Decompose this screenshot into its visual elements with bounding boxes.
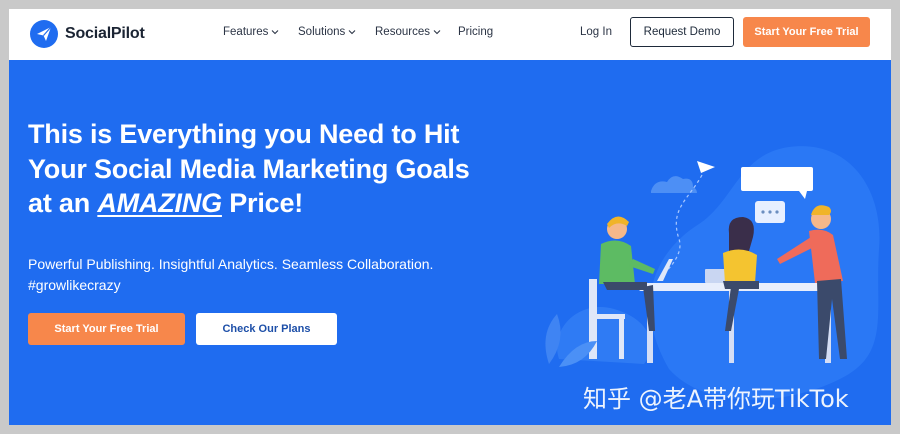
brand-name: SocialPilot <box>65 25 145 42</box>
nav-pricing[interactable]: Pricing <box>458 26 493 38</box>
nav-resources[interactable]: Resources <box>375 26 441 38</box>
chevron-down-icon <box>348 30 356 35</box>
hero-subtitle: Powerful Publishing. Insightful Analytic… <box>28 254 488 295</box>
hero-title-line3-post: Price! <box>229 188 304 218</box>
top-navbar: SocialPilot Features Solutions Resources… <box>9 9 891 60</box>
login-label: Log In <box>580 26 612 38</box>
start-trial-button-nav[interactable]: Start Your Free Trial <box>743 17 870 47</box>
nav-pricing-label: Pricing <box>458 26 494 38</box>
logo-paper-plane-icon <box>30 20 58 48</box>
page-frame: SocialPilot Features Solutions Resources… <box>9 9 891 425</box>
nav-features[interactable]: Features <box>223 26 279 38</box>
hero-title: This is Everything you Need to Hit Your … <box>28 117 548 221</box>
login-link[interactable]: Log In <box>580 26 612 38</box>
chevron-down-icon <box>433 30 441 35</box>
nav-features-label: Features <box>223 26 269 38</box>
hero-title-line2: Your Social Media Marketing Goals <box>28 153 470 184</box>
request-demo-button[interactable]: Request Demo <box>630 17 734 47</box>
nav-solutions[interactable]: Solutions <box>298 26 356 38</box>
hero-subtitle-line1: Powerful Publishing. Insightful Analytic… <box>28 256 434 272</box>
watermark-text: 知乎 @老A带你玩TikTok <box>583 385 849 413</box>
hero-title-line3-pre: at an <box>28 188 91 218</box>
check-plans-button[interactable]: Check Our Plans <box>196 313 337 345</box>
nav-resources-label: Resources <box>375 26 430 38</box>
team-collaboration-illustration <box>545 146 880 400</box>
hero-title-line1: This is Everything you Need to Hit <box>28 119 460 149</box>
hero-hashtag: #growlikecrazy <box>28 276 121 293</box>
brand-logo[interactable]: SocialPilot <box>29 19 145 49</box>
chevron-down-icon <box>272 30 279 35</box>
start-trial-button-hero[interactable]: Start Your Free Trial <box>28 313 185 345</box>
hero-title-line3: at an AMAZING Price! <box>28 186 548 221</box>
nav-solutions-label: Solutions <box>298 26 346 38</box>
hero-title-emphasis: AMAZING <box>97 188 222 218</box>
